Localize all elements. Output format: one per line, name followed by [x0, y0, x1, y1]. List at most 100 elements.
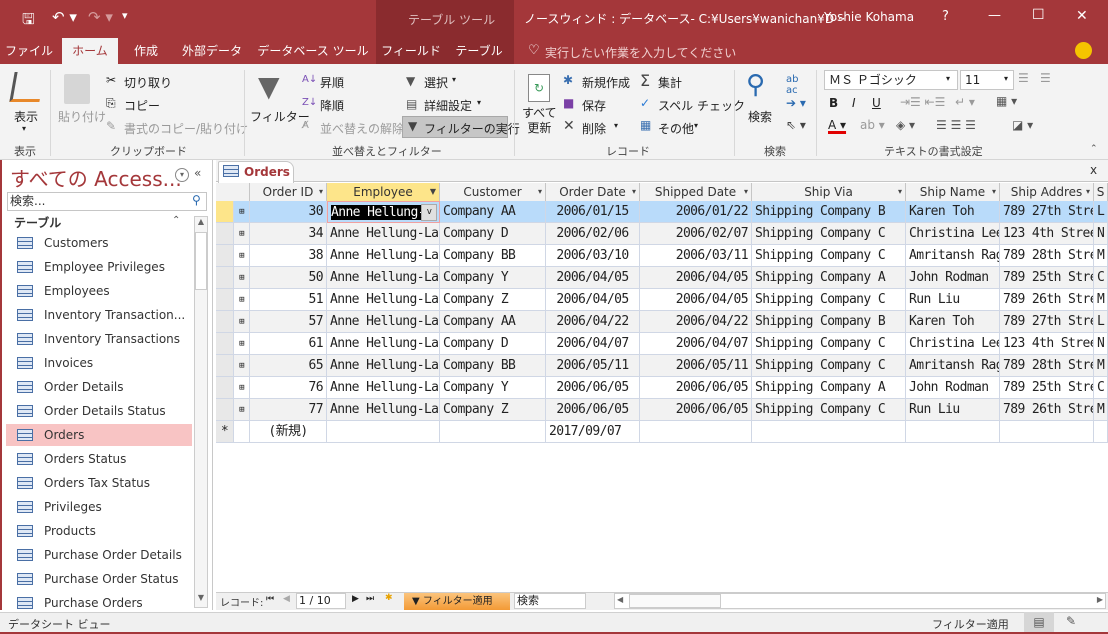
- copy-button[interactable]: コピー: [124, 97, 160, 114]
- font-dropdown-icon[interactable]: ▾: [946, 74, 950, 83]
- sort-descending-button[interactable]: 降順: [320, 97, 344, 114]
- delete-button[interactable]: 削除: [582, 120, 606, 137]
- column-dropdown-icon[interactable]: ▾: [898, 183, 902, 201]
- cell-order-id[interactable]: 65: [250, 355, 327, 377]
- nav-pane-title[interactable]: すべての Access...: [10, 163, 182, 192]
- cell-ship-via[interactable]: Shipping Company C: [752, 245, 906, 267]
- select-icon[interactable]: ⇖ ▾: [786, 118, 806, 132]
- save-record-button[interactable]: 保存: [582, 97, 606, 114]
- filter-status-button[interactable]: ▼ フィルター適用: [404, 593, 510, 610]
- nav-item-order-details-status[interactable]: Order Details Status: [6, 400, 192, 422]
- save-icon[interactable]: 🖫: [22, 9, 35, 34]
- nav-item-products[interactable]: Products: [6, 520, 192, 542]
- cell-s[interactable]: L: [1094, 201, 1108, 223]
- cell-ship-name[interactable]: Christina Lee: [906, 333, 1000, 355]
- cell-employee[interactable]: Anne Hellung-La: [327, 399, 440, 421]
- prev-record-button[interactable]: ◀: [283, 594, 290, 604]
- cell-ship-addres[interactable]: 123 4th Stree: [1000, 333, 1094, 355]
- font-name-select[interactable]: ＭＳ Ｐゴシック: [824, 70, 958, 90]
- tell-me-input[interactable]: 実行したい作業を入力してください: [545, 44, 736, 61]
- combo-dropdown-icon[interactable]: v: [421, 204, 437, 221]
- maximize-button[interactable]: ☐: [1032, 7, 1045, 23]
- column-header-employee[interactable]: Employee ▼: [327, 183, 440, 202]
- cell-order-date[interactable]: 2006/02/06: [546, 223, 640, 245]
- horizontal-scroll-thumb[interactable]: [629, 594, 721, 608]
- cell-customer[interactable]: Company D: [440, 223, 546, 245]
- nav-item-employees[interactable]: Employees: [6, 280, 192, 302]
- nav-item-order-details[interactable]: Order Details: [6, 376, 192, 398]
- new-row-cell[interactable]: [440, 421, 546, 443]
- cell-order-date[interactable]: 2006/06/05: [546, 377, 640, 399]
- cell-s[interactable]: M: [1094, 355, 1108, 377]
- column-header-order-id[interactable]: Order ID ▾: [250, 183, 327, 202]
- font-color-button[interactable]: A ▾: [828, 118, 846, 132]
- cell-order-id[interactable]: 76: [250, 377, 327, 399]
- cell-employee[interactable]: Anne Hellung-La: [327, 223, 440, 245]
- expand-subdatasheet-icon[interactable]: ⊞: [234, 311, 250, 333]
- more-dropdown-icon[interactable]: ▾: [694, 121, 698, 130]
- numbering-icon[interactable]: ☰: [1040, 71, 1051, 85]
- cell-ship-name[interactable]: John Rodman: [906, 267, 1000, 289]
- cell-s[interactable]: L: [1094, 311, 1108, 333]
- cell-ship-addres[interactable]: 789 26th Stre: [1000, 399, 1094, 421]
- cell-ship-addres[interactable]: 789 25th Stre: [1000, 267, 1094, 289]
- new-record-button[interactable]: 新規作成: [582, 74, 630, 91]
- tab-table[interactable]: テーブル: [448, 38, 510, 64]
- nav-item-inventory-transaction-[interactable]: Inventory Transaction...: [6, 304, 192, 326]
- cell-customer[interactable]: Company AA: [440, 311, 546, 333]
- indent-icons[interactable]: ⇥☰ ⇤☰: [900, 95, 945, 109]
- tab-fields[interactable]: フィールド: [380, 38, 442, 64]
- cell-order-id[interactable]: 50: [250, 267, 327, 289]
- cell-order-id[interactable]: 77: [250, 399, 327, 421]
- more-button[interactable]: その他: [658, 120, 694, 137]
- cell-order-date[interactable]: 2006/05/11: [546, 355, 640, 377]
- nav-item-orders-status[interactable]: Orders Status: [6, 448, 192, 470]
- column-header-ship-name[interactable]: Ship Name ▾: [906, 183, 1000, 202]
- cell-ship-addres[interactable]: 789 27th Stre: [1000, 201, 1094, 223]
- underline-button[interactable]: U: [872, 96, 881, 110]
- row-selector[interactable]: [216, 377, 234, 399]
- row-selector[interactable]: [216, 311, 234, 333]
- cell-ship-via[interactable]: Shipping Company C: [752, 289, 906, 311]
- cell-s[interactable]: C: [1094, 267, 1108, 289]
- cell-order-date[interactable]: 2006/04/07: [546, 333, 640, 355]
- expand-subdatasheet-icon[interactable]: ⊞: [234, 245, 250, 267]
- cell-s[interactable]: N: [1094, 333, 1108, 355]
- cell-ship-via[interactable]: Shipping Company C: [752, 223, 906, 245]
- row-selector[interactable]: [216, 355, 234, 377]
- cell-shipped-date[interactable]: 2006/04/22: [640, 311, 752, 333]
- select-all-corner[interactable]: [216, 183, 250, 202]
- align-buttons[interactable]: ☰ ☰ ☰: [936, 118, 976, 132]
- cell-ship-name[interactable]: Christina Lee: [906, 223, 1000, 245]
- cell-employee[interactable]: Anne Hellung-La: [327, 267, 440, 289]
- document-tab-orders[interactable]: Orders: [218, 161, 294, 183]
- cell-employee[interactable]: Anne Hellung-La: [327, 311, 440, 333]
- cell-s[interactable]: M: [1094, 289, 1108, 311]
- cell-employee[interactable]: Anne Hellung-v: [327, 201, 440, 223]
- new-row-cell[interactable]: (新規): [250, 421, 327, 443]
- smiley-feedback-icon[interactable]: [1075, 42, 1092, 59]
- cell-ship-name[interactable]: Karen Toh: [906, 311, 1000, 333]
- nav-item-invoices[interactable]: Invoices: [6, 352, 192, 374]
- cell-ship-addres[interactable]: 789 28th Stre: [1000, 245, 1094, 267]
- paragraph-direction-icon[interactable]: ↵ ▾: [955, 95, 975, 109]
- cell-shipped-date[interactable]: 2006/04/05: [640, 267, 752, 289]
- cell-order-date[interactable]: 2006/03/10: [546, 245, 640, 267]
- format-painter-button[interactable]: 書式のコピー/貼り付け: [124, 120, 248, 137]
- column-header-ship-via[interactable]: Ship Via ▾: [752, 183, 906, 202]
- cell-s[interactable]: C: [1094, 377, 1108, 399]
- cut-button[interactable]: 切り取り: [124, 74, 172, 91]
- expand-subdatasheet-icon[interactable]: ⊞: [234, 377, 250, 399]
- cell-customer[interactable]: Company BB: [440, 355, 546, 377]
- cell-employee[interactable]: Anne Hellung-La: [327, 355, 440, 377]
- cell-ship-addres[interactable]: 789 27th Stre: [1000, 311, 1094, 333]
- cell-order-id[interactable]: 34: [250, 223, 327, 245]
- nav-item-inventory-transactions[interactable]: Inventory Transactions: [6, 328, 192, 350]
- expand-subdatasheet-icon[interactable]: ⊞: [234, 333, 250, 355]
- nav-item-orders-tax-status[interactable]: Orders Tax Status: [6, 472, 192, 494]
- view-dropdown-icon[interactable]: ▾: [22, 124, 26, 133]
- cell-ship-name[interactable]: Karen Toh: [906, 201, 1000, 223]
- row-selector[interactable]: [216, 289, 234, 311]
- delete-dropdown-icon[interactable]: ▾: [614, 121, 618, 130]
- last-record-button[interactable]: ⏭: [366, 594, 374, 604]
